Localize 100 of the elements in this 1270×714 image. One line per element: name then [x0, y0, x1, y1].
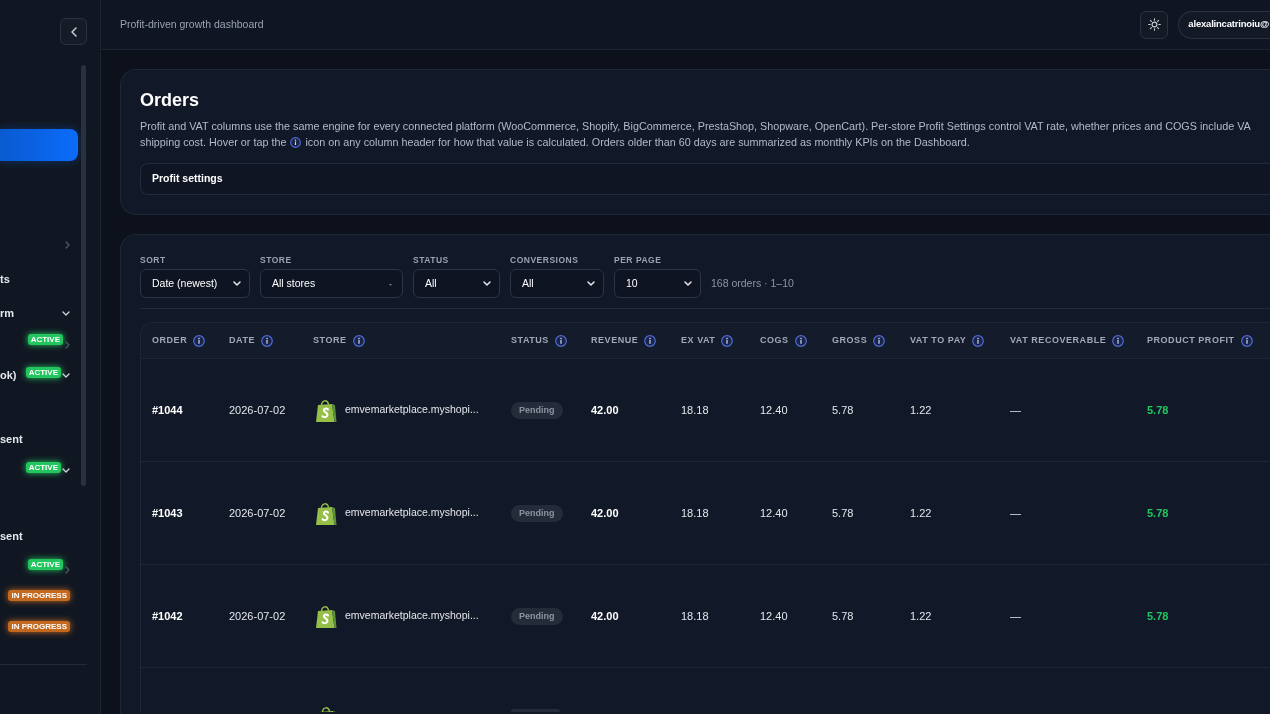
table-cell-text: 12.40 [760, 505, 788, 521]
status-badge: Pending [511, 607, 563, 625]
info-icon [972, 334, 985, 347]
status-badge: ACTIVE [25, 462, 61, 473]
collapse-sidebar-button[interactable] [60, 18, 87, 45]
table-cell-text: 1.22 [910, 608, 932, 624]
table-cell-text: 18.18 [681, 608, 709, 624]
info-icon [721, 334, 734, 347]
info-icon [554, 334, 567, 347]
info-icon [352, 334, 365, 347]
table-cell-text: 2026-07-02 [229, 608, 286, 624]
dropdown[interactable]: 10 [614, 269, 701, 298]
caret-icon [389, 283, 392, 286]
nav-item[interactable]: IN PROGRESS [0, 585, 70, 605]
status-badge: Pending [511, 401, 563, 419]
table-cell-text: 1.22 [910, 402, 932, 418]
description-text: icon on any column header for how that value is calculated. Orders older than 60 days are summarized as monthly KPIs on the Dashboard. [305, 135, 970, 150]
table-cell-text: 5.78 [832, 505, 854, 521]
column-header[interactable]: EX VAT [681, 333, 716, 348]
panel-title: Orders [140, 89, 200, 111]
table-cell-text: #1042 [152, 608, 183, 624]
table-cell-text: 18.18 [681, 505, 709, 521]
description-text: Profit and VAT columns use the same engine for every connected platform (WooCommerce, Shopify, BigCommerce, PrestaShop, Shopware, OpenCart). Per-store Profit Settings control VAT rate, whether prices and COGS include VA [140, 119, 1251, 134]
status-badge: ACTIVE [27, 334, 63, 345]
dropdown[interactable]: All [510, 269, 604, 298]
nav-item[interactable]: IN PROGRESS [0, 616, 70, 636]
filter-label: PER PAGE [614, 255, 662, 265]
chevron-down-icon [233, 281, 241, 286]
table-cell-text: 42.00 [591, 402, 619, 418]
dropdown[interactable]: Date (newest) [140, 269, 250, 298]
table-cell-text: 18.18 [681, 402, 709, 418]
chevron-down-icon [587, 281, 595, 286]
info-icon [290, 136, 302, 148]
column-header[interactable]: ORDER [152, 333, 188, 348]
result-count: 168 orders · 1–10 [711, 276, 794, 291]
column-header[interactable]: GROSS [832, 333, 868, 348]
nav-item[interactable]: rm [0, 303, 70, 323]
table-cell-text: — [1010, 505, 1021, 521]
table-cell-text: 5.78 [1147, 402, 1169, 418]
info-icon [1240, 334, 1253, 347]
shopping-bag-icon [315, 501, 337, 525]
column-header[interactable]: DATE [229, 333, 255, 348]
table-cell-text: 5.78 [832, 608, 854, 624]
table-cell-text: 2026-07-02 [229, 402, 286, 418]
description-text: shipping cost. Hover or tap the [140, 135, 287, 150]
dropdown[interactable]: All [413, 269, 500, 298]
status-badge: ACTIVE [25, 367, 61, 378]
info-icon [794, 334, 807, 347]
table-cell-text: 5.78 [1147, 505, 1169, 521]
chevron-left-icon [70, 26, 77, 37]
status-badge: Pending [511, 504, 563, 522]
column-header[interactable]: VAT TO PAY [910, 333, 967, 348]
header-title: Profit-driven growth dashboard [120, 16, 264, 32]
shopping-bag-icon [315, 604, 337, 628]
filter-label: STATUS [413, 255, 449, 265]
table-cell-text: 12.40 [760, 402, 788, 418]
theme-toggle-button[interactable] [1140, 10, 1169, 39]
column-header[interactable]: COGS [760, 333, 789, 348]
column-header[interactable]: VAT RECOVERABLE [1010, 333, 1107, 348]
info-icon [261, 334, 273, 347]
sun-icon [1147, 18, 1161, 31]
store-name: emvemarketplace.myshopi... [345, 608, 479, 624]
info-icon [873, 334, 886, 347]
table-cell-text: 2026-07-02 [229, 505, 286, 521]
shopping-bag-icon [315, 398, 337, 422]
nav-item[interactable]: ok) ACTIVE [0, 365, 70, 385]
table-cell-text: 5.78 [832, 402, 854, 418]
user-menu-button[interactable]: alexalincatrinoiu@ [1178, 10, 1270, 39]
table-cell-text: — [1010, 402, 1021, 418]
info-icon [644, 334, 657, 347]
nav-item[interactable]: sent [0, 526, 70, 546]
chevron-down-icon [684, 281, 692, 286]
store-name: emvemarketplace.myshopi... [345, 402, 479, 418]
status-badge: IN PROGRESS [8, 589, 70, 601]
nav-item[interactable]: ts [0, 269, 70, 289]
status-badge: ACTIVE [27, 559, 63, 570]
filter-label: STORE [260, 255, 292, 265]
nav-item[interactable] [0, 129, 78, 161]
table-cell-text: #1044 [152, 402, 183, 418]
chevron-down-icon [483, 281, 491, 286]
table-cell-text: #1043 [152, 505, 183, 521]
column-header[interactable]: STATUS [511, 333, 549, 348]
filter-label: CONVERSIONS [510, 255, 579, 265]
column-header[interactable]: STORE [313, 333, 347, 348]
table-cell-text: 12.40 [760, 608, 788, 624]
column-header[interactable]: PRODUCT PROFIT [1147, 333, 1235, 348]
scrollbar-thumb[interactable] [81, 65, 86, 486]
column-header[interactable]: REVENUE [591, 333, 639, 348]
profit-settings-toggle[interactable]: Profit settings [140, 163, 1270, 195]
table-cell-text: 1.22 [910, 505, 932, 521]
combobox[interactable]: All stores [260, 269, 403, 298]
table-cell-text: — [1010, 608, 1021, 624]
table-cell-text: 42.00 [591, 608, 619, 624]
nav-item[interactable]: sent [0, 429, 70, 449]
status-badge: IN PROGRESS [8, 620, 70, 632]
store-name: emvemarketplace.myshopi... [345, 505, 479, 521]
filter-label: SORT [140, 255, 166, 265]
table-cell-text: 5.78 [1147, 608, 1169, 624]
table-cell-text: 42.00 [591, 505, 619, 521]
info-icon [1112, 334, 1125, 347]
